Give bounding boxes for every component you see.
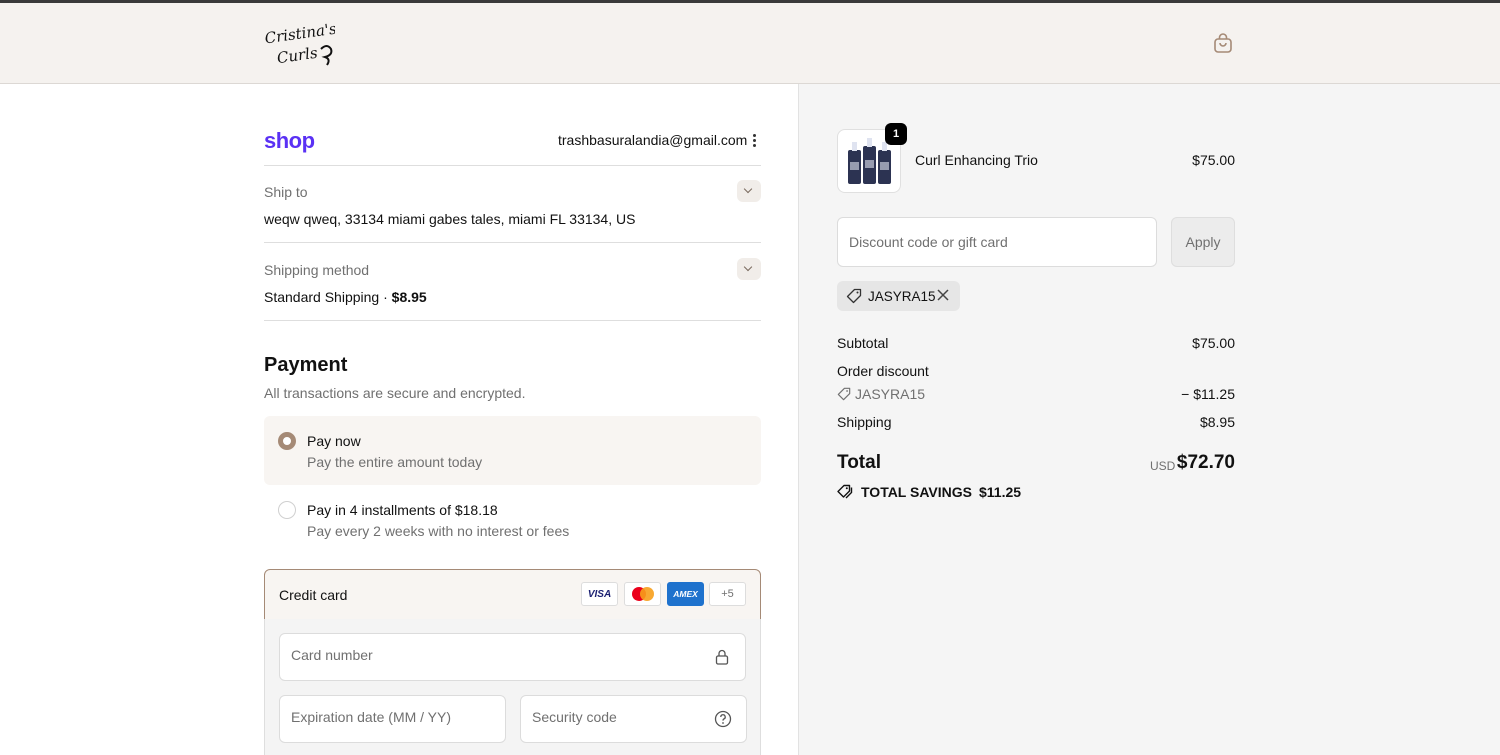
divider bbox=[264, 320, 761, 321]
subtotal-label: Subtotal bbox=[837, 335, 889, 351]
shop-pay-logo[interactable]: shop bbox=[264, 128, 315, 154]
order-discount-value: − $11.25 bbox=[1181, 386, 1235, 402]
shipping-label: Shipping bbox=[837, 414, 892, 430]
security-code-field[interactable] bbox=[520, 695, 747, 743]
credit-card-option[interactable]: Credit card VISA AMEX +5 bbox=[264, 569, 761, 620]
svg-text:Cristina's: Cristina's bbox=[264, 21, 335, 47]
more-cards-badge: +5 bbox=[709, 582, 746, 606]
applied-discount-chip: JASYRA15 bbox=[837, 281, 960, 311]
total-label: Total bbox=[837, 452, 881, 473]
total-savings: TOTAL SAVINGS $11.25 bbox=[837, 484, 1021, 500]
payment-title: Payment bbox=[264, 354, 348, 376]
expiration-date-input[interactable] bbox=[291, 709, 471, 725]
tag-icon bbox=[846, 288, 862, 304]
payment-subtitle: All transactions are secure and encrypte… bbox=[264, 385, 526, 401]
order-discount-label: Order discount bbox=[837, 363, 929, 379]
help-question-icon[interactable] bbox=[714, 710, 732, 728]
product-name: Curl Enhancing Trio bbox=[915, 152, 1038, 168]
ship-to-label: Ship to bbox=[264, 184, 308, 200]
savings-tags-icon bbox=[837, 484, 853, 499]
shipping-value: $8.95 bbox=[1199, 414, 1235, 430]
ship-to-address: weqw qweq, 33134 miami gabes tales, miam… bbox=[264, 211, 636, 227]
shipping-method-label: Shipping method bbox=[264, 262, 370, 278]
expiration-date-field[interactable] bbox=[279, 695, 506, 743]
remove-discount-close-icon[interactable] bbox=[936, 288, 950, 302]
account-email: trashbasuralandia@gmail.com bbox=[558, 132, 748, 148]
card-number-field[interactable] bbox=[279, 633, 746, 681]
shopping-bag-icon[interactable] bbox=[1211, 31, 1235, 55]
brand-logo[interactable]: Cristina's Curls bbox=[263, 21, 335, 67]
mastercard-logo bbox=[624, 582, 661, 606]
card-number-input[interactable] bbox=[291, 647, 663, 663]
order-summary-panel bbox=[798, 84, 1500, 755]
pay-installments-title: Pay in 4 installments of $18.18 bbox=[307, 502, 498, 518]
amex-logo: AMEX bbox=[667, 582, 704, 606]
pay-installments-option[interactable]: Pay in 4 installments of $18.18 Pay ever… bbox=[264, 485, 761, 554]
order-discount-code: JASYRA15 bbox=[855, 386, 926, 402]
total-savings-label: TOTAL SAVINGS bbox=[861, 484, 972, 500]
pay-now-radio[interactable] bbox=[278, 432, 296, 450]
order-discount-code-row: JASYRA15 bbox=[837, 386, 925, 402]
product-price: $75.00 bbox=[1192, 152, 1235, 168]
shipping-method-separator: · bbox=[379, 289, 392, 305]
apply-discount-button[interactable]: Apply bbox=[1171, 217, 1235, 267]
pay-now-option[interactable]: Pay now Pay the entire amount today bbox=[264, 416, 761, 485]
discount-code-field[interactable] bbox=[837, 217, 1157, 267]
pay-now-subtitle: Pay the entire amount today bbox=[307, 454, 483, 470]
total-value: $72.70 bbox=[1176, 452, 1235, 473]
security-code-input[interactable] bbox=[532, 709, 690, 725]
visa-logo: VISA bbox=[581, 582, 618, 606]
shipping-method-value: Standard Shipping · $8.95 bbox=[264, 289, 427, 305]
total-savings-value: $11.25 bbox=[978, 484, 1022, 500]
ship-to-chevron-down-icon[interactable] bbox=[737, 180, 761, 202]
svg-text:Curls: Curls bbox=[276, 44, 319, 67]
divider bbox=[264, 242, 761, 243]
divider bbox=[264, 165, 761, 166]
pay-now-title: Pay now bbox=[307, 433, 361, 449]
site-header: Cristina's Curls bbox=[0, 3, 1500, 84]
account-menu-icon[interactable] bbox=[748, 133, 760, 149]
quantity-badge: 1 bbox=[885, 123, 907, 145]
shipping-method-price: $8.95 bbox=[391, 289, 427, 305]
pay-installments-subtitle: Pay every 2 weeks with no interest or fe… bbox=[307, 523, 570, 539]
credit-card-label: Credit card bbox=[279, 587, 348, 603]
tag-icon bbox=[837, 387, 851, 401]
subtotal-value: $75.00 bbox=[1192, 335, 1235, 351]
credit-card-form bbox=[264, 619, 761, 755]
total-currency: USD bbox=[1150, 459, 1176, 473]
shipping-method-chevron-down-icon[interactable] bbox=[737, 258, 761, 280]
discount-code-input[interactable] bbox=[849, 234, 1139, 250]
shipping-method-name: Standard Shipping bbox=[264, 289, 380, 305]
lock-icon bbox=[715, 649, 729, 665]
applied-discount-code: JASYRA15 bbox=[868, 289, 936, 304]
pay-installments-radio[interactable] bbox=[278, 501, 296, 519]
